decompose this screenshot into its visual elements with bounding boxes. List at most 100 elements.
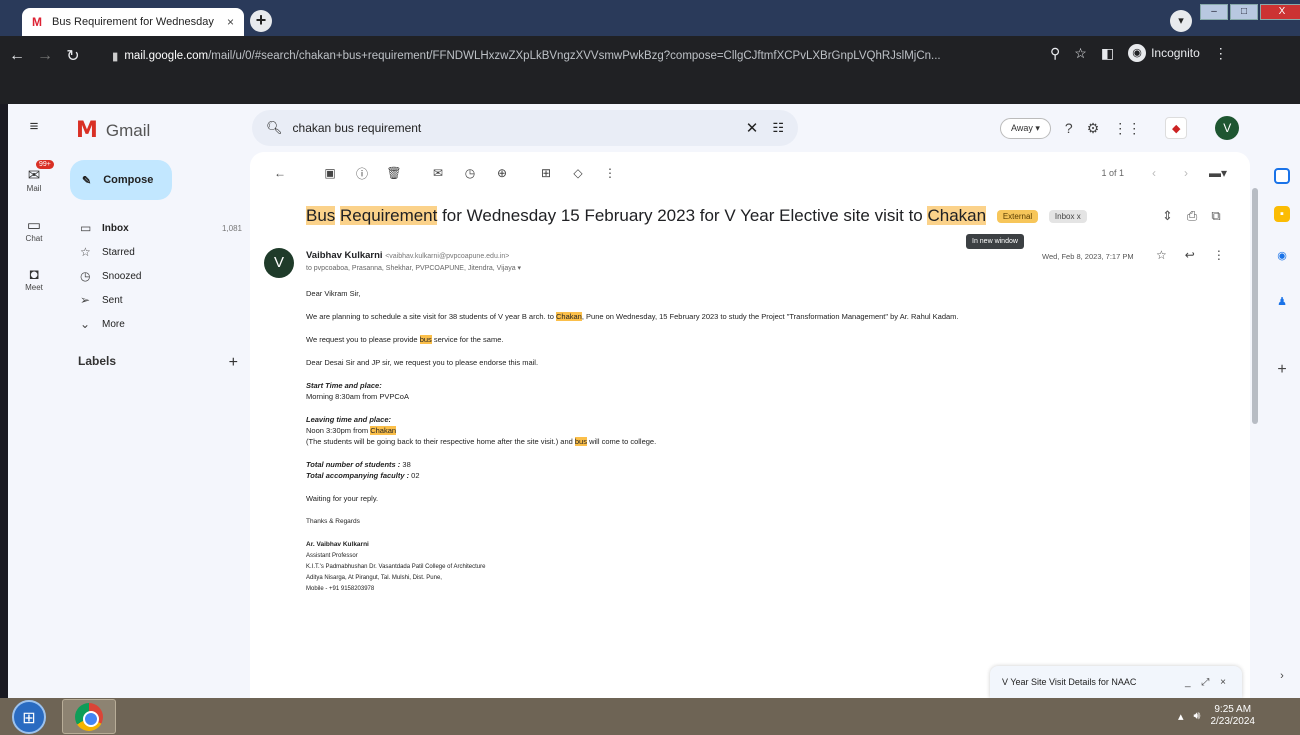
message-more-icon[interactable]: ⋮: [1213, 248, 1225, 262]
faculty-count: 02: [411, 471, 420, 480]
status-dropdown[interactable]: Away ▾: [1000, 117, 1051, 139]
incognito-indicator[interactable]: ◉ Incognito: [1128, 44, 1200, 62]
side-panel-icon[interactable]: ◧: [1101, 45, 1114, 62]
tasks-icon[interactable]: ◉: [1274, 248, 1290, 264]
print-icon[interactable]: ⎙: [1187, 208, 1197, 224]
search-input[interactable]: chakan bus requirement: [293, 121, 746, 135]
rail-meet-label: Meet: [25, 283, 43, 292]
tab-search-chevron-icon[interactable]: ▾: [1170, 10, 1192, 32]
address-bar[interactable]: ▮ mail.google.com /mail/u/0/#search/chak…: [112, 42, 1192, 70]
expand-all-icon[interactable]: ⇕: [1162, 208, 1173, 224]
forward-arrow-icon[interactable]: →: [34, 47, 56, 65]
email-subject: Bus Requirement for Wednesday 15 Februar…: [306, 206, 1087, 226]
nav-sent[interactable]: ➢ Sent: [70, 288, 250, 312]
star-icon: ☆: [80, 245, 91, 259]
sender-line: Vaibhav Kulkarni <vaibhav.kulkarni@pvpco…: [306, 250, 509, 261]
reply-icon[interactable]: ↩: [1185, 248, 1195, 262]
nav-sent-label: Sent: [102, 294, 123, 306]
close-window-button[interactable]: X: [1260, 4, 1300, 20]
search-bar[interactable]: 🔍︎ chakan bus requirement ✕ ☷: [252, 110, 798, 146]
browser-menu-icon[interactable]: ⋮: [1214, 45, 1228, 62]
reload-icon[interactable]: ↻: [62, 46, 84, 66]
system-clock[interactable]: 9:25 AM 2/23/2024: [1210, 704, 1255, 728]
recipients-dropdown[interactable]: to pvpcoaboa, Prasanna, Shekhar, PVPCOAP…: [306, 264, 521, 272]
nav-inbox[interactable]: ▭ Inbox 1,081: [70, 216, 250, 240]
keyboard-input-icon[interactable]: ▬▾: [1202, 166, 1234, 180]
search-icon[interactable]: 🔍︎: [266, 120, 283, 136]
clear-search-icon[interactable]: ✕: [746, 119, 759, 137]
show-side-panel-icon[interactable]: ›: [1274, 668, 1290, 684]
email-scrollbar[interactable]: [1252, 188, 1258, 424]
get-addons-icon[interactable]: +: [1274, 362, 1290, 378]
volume-icon[interactable]: 🔊︎: [1194, 710, 1201, 723]
system-tray: ▴ 🔊︎ 9:25 AM 2/23/2024: [1178, 704, 1255, 728]
maximize-button[interactable]: □: [1230, 4, 1258, 20]
add-task-icon[interactable]: ⊕: [486, 166, 518, 180]
highlight-bus: bus: [574, 437, 587, 446]
account-avatar[interactable]: V: [1215, 116, 1240, 140]
start-block: Start Time and place: Morning 8:30am from…: [306, 380, 1206, 402]
mark-unread-icon[interactable]: ✉: [422, 166, 454, 180]
search-options-icon[interactable]: ☷: [772, 120, 784, 136]
keep-icon[interactable]: ▪: [1274, 206, 1290, 222]
contacts-icon[interactable]: ♟: [1274, 294, 1290, 310]
browser-titlebar: M Bus Requirement for Wednesday × + ▾ – …: [0, 0, 1300, 36]
main-menu-icon[interactable]: ≡: [8, 118, 60, 135]
gmail-logo[interactable]: M Gmail: [76, 118, 150, 143]
settings-gear-icon[interactable]: ⚙: [1087, 120, 1100, 137]
snooze-icon[interactable]: ◷: [454, 166, 486, 180]
minimize-button[interactable]: –: [1200, 4, 1228, 20]
nav-snoozed[interactable]: ◷ Snoozed: [70, 264, 250, 288]
highlight-chakan: Chakan: [556, 312, 582, 321]
compose-button[interactable]: ✎ Compose: [70, 160, 172, 200]
leave-note: (The students will be going back to thei…: [306, 437, 575, 446]
sender-email: <vaibhav.kulkarni@pvpcoapune.edu.in>: [385, 253, 510, 260]
sender-avatar[interactable]: V: [264, 248, 294, 278]
inbox-label-chip[interactable]: Inbox x: [1048, 210, 1087, 224]
help-icon[interactable]: ?: [1065, 120, 1073, 136]
label-icon[interactable]: ◇: [562, 166, 594, 180]
calendar-icon[interactable]: [1274, 168, 1290, 184]
nav-starred[interactable]: ☆ Starred: [70, 240, 250, 264]
body-text: We request you to please provide: [306, 335, 420, 344]
newer-chevron-icon[interactable]: ‹: [1138, 166, 1170, 180]
chrome-icon: [75, 703, 103, 731]
delete-icon[interactable]: 🗑︎: [378, 166, 410, 180]
browser-tab[interactable]: M Bus Requirement for Wednesday ×: [22, 8, 244, 36]
back-arrow-icon[interactable]: ←: [6, 47, 28, 65]
archive-icon[interactable]: ▣: [314, 166, 346, 180]
back-to-search-icon[interactable]: ←: [264, 166, 296, 180]
windows-start-button[interactable]: ⊞: [12, 700, 46, 734]
header-actions: Away ▾ ? ⚙ ⋮⋮ ◆ V: [1000, 116, 1240, 140]
incognito-icon: ◉: [1128, 44, 1147, 62]
taskbar-chrome[interactable]: [62, 699, 116, 734]
zoom-search-icon[interactable]: ⚲: [1050, 45, 1060, 62]
apps-grid-icon[interactable]: ⋮⋮: [1113, 120, 1141, 137]
rail-chat[interactable]: ▭ Chat: [8, 216, 60, 243]
tray-flag-icon[interactable]: ▴: [1178, 710, 1184, 723]
minimized-draft[interactable]: V Year Site Visit Details for NAAC _ ⤢ ×: [990, 666, 1242, 698]
external-label-chip[interactable]: External: [996, 210, 1039, 224]
sender-name[interactable]: Vaibhav Kulkarni: [306, 250, 383, 261]
mail-nav: ▭ Inbox 1,081 ☆ Starred ◷ Snoozed ➢ Sent…: [70, 216, 250, 336]
nav-snoozed-label: Snoozed: [102, 270, 142, 282]
tab-close-icon[interactable]: ×: [227, 15, 234, 29]
subject-highlight-requirement: Requirement: [340, 206, 438, 225]
sig-mobile: Mobile - +91 9158203978: [306, 586, 375, 592]
add-label-button[interactable]: +: [229, 354, 238, 372]
new-tab-button[interactable]: +: [250, 10, 272, 32]
older-chevron-icon[interactable]: ›: [1170, 166, 1202, 180]
draft-window-controls[interactable]: _ ⤢ ×: [1185, 677, 1230, 688]
move-to-icon[interactable]: ⊞: [530, 166, 562, 180]
sig-title: Assistant Professor: [306, 553, 358, 559]
rail-meet[interactable]: ◘ Meet: [8, 266, 60, 292]
star-message-icon[interactable]: ☆: [1156, 248, 1167, 262]
bookmark-star-icon[interactable]: ☆: [1074, 45, 1087, 62]
more-options-icon[interactable]: ⋮: [594, 166, 626, 180]
rail-mail[interactable]: ✉ 99+ Mail: [8, 160, 60, 193]
report-spam-icon[interactable]: ⓘ: [346, 165, 378, 182]
organization-logo-icon[interactable]: ◆: [1165, 117, 1188, 139]
open-new-window-icon[interactable]: ⧉: [1211, 208, 1220, 224]
nav-more[interactable]: ⌄ More: [70, 312, 250, 336]
window-controls: – □ X: [1200, 4, 1300, 20]
